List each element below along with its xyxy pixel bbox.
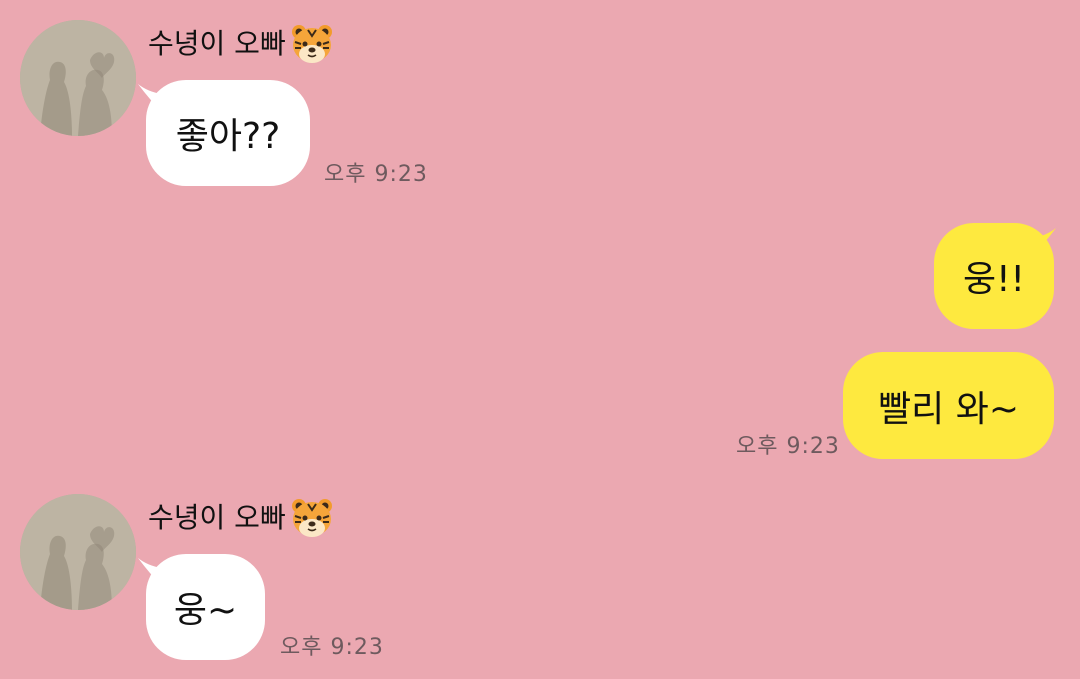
sender-avatar[interactable] xyxy=(20,20,136,136)
message-text: 좋아?? xyxy=(175,116,281,157)
chat-area: 수녕이 오빠 좋아?? 오후 9:23 웅!! 빨리 와~ 오후 9:23 수녕… xyxy=(0,0,1080,679)
message-text: 빨리 와~ xyxy=(878,388,1019,430)
message-timestamp: 오후 9:23 xyxy=(324,162,428,187)
message-bubble[interactable]: 웅!! xyxy=(934,223,1054,329)
message-timestamp: 오후 9:23 xyxy=(280,635,384,660)
message-bubble[interactable]: 빨리 와~ xyxy=(843,352,1054,459)
sender-avatar[interactable] xyxy=(20,494,136,610)
message-bubble[interactable]: 좋아?? xyxy=(146,80,310,186)
avatar-photo-icon xyxy=(20,20,136,136)
message-text: 웅!! xyxy=(963,259,1025,300)
sender-header: 수녕이 오빠 xyxy=(148,494,336,542)
tiger-face-icon xyxy=(291,499,332,537)
avatar-photo-icon xyxy=(20,494,136,610)
message-timestamp: 오후 9:23 xyxy=(736,434,840,459)
sender-header: 수녕이 오빠 xyxy=(148,20,336,68)
message-bubble[interactable]: 웅~ xyxy=(146,554,265,660)
sender-name: 수녕이 오빠 xyxy=(148,501,286,534)
sender-name: 수녕이 오빠 xyxy=(148,27,286,60)
tiger-face-icon xyxy=(291,25,332,63)
message-text: 웅~ xyxy=(173,590,238,631)
